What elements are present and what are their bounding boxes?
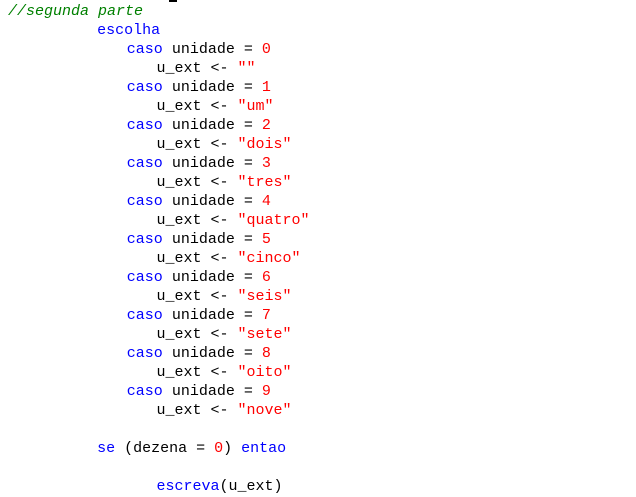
code-line[interactable]: u_ext <- "cinco"	[157, 249, 301, 268]
code-text: u_ext <-	[156, 60, 238, 77]
code-keyword: caso	[126, 117, 163, 134]
code-number: 8	[261, 345, 271, 362]
code-string: "sete"	[237, 326, 292, 343]
code-text: unidade =	[162, 269, 262, 286]
code-number: 5	[261, 231, 271, 248]
code-line[interactable]: caso unidade = 1	[127, 78, 271, 97]
code-text: unidade =	[162, 155, 262, 172]
code-text: unidade =	[162, 79, 262, 96]
code-line[interactable]: u_ext <- "quatro"	[157, 211, 310, 230]
code-text: u_ext <-	[156, 212, 238, 229]
code-line[interactable]: u_ext <- "tres"	[157, 173, 292, 192]
code-line[interactable]: caso unidade = 9	[127, 382, 271, 401]
code-text: u_ext <-	[156, 364, 238, 381]
code-string: "tres"	[237, 174, 292, 191]
code-string: "cinco"	[237, 250, 301, 267]
code-line[interactable]: caso unidade = 7	[127, 306, 271, 325]
code-text: u_ext <-	[156, 98, 238, 115]
code-keyword: caso	[126, 383, 163, 400]
code-number: 2	[261, 117, 271, 134]
code-text: )	[223, 440, 242, 457]
code-string: "dois"	[237, 136, 292, 153]
code-line[interactable]: se (dezena = 0) entao	[97, 439, 286, 458]
code-line[interactable]: caso unidade = 8	[127, 344, 271, 363]
code-keyword: se	[97, 440, 116, 457]
code-string: "um"	[237, 98, 274, 115]
code-line[interactable]: u_ext <- "oito"	[157, 363, 292, 382]
code-keyword: caso	[126, 231, 163, 248]
code-text: unidade =	[162, 193, 262, 210]
code-line[interactable]: u_ext <- "um"	[157, 97, 274, 116]
code-number: 6	[261, 269, 271, 286]
code-number: 0	[214, 440, 224, 457]
code-text: u_ext <-	[156, 288, 238, 305]
code-number: 7	[261, 307, 271, 324]
code-keyword: entao	[241, 440, 287, 457]
code-line[interactable]: //segunda parte	[8, 2, 143, 21]
code-string: "nove"	[237, 402, 292, 419]
code-text: u_ext <-	[156, 174, 238, 191]
code-number: 0	[261, 41, 271, 58]
code-line[interactable]: caso unidade = 2	[127, 116, 271, 135]
code-text: u_ext <-	[156, 136, 238, 153]
code-line[interactable]: escreva(u_ext)	[157, 477, 283, 496]
code-text: (dezena =	[115, 440, 215, 457]
code-comment: //segunda parte	[8, 3, 144, 20]
code-line[interactable]: u_ext <- "sete"	[157, 325, 292, 344]
code-keyword: caso	[126, 269, 163, 286]
code-text: u_ext <-	[156, 326, 238, 343]
code-number: 9	[261, 383, 271, 400]
code-line[interactable]: caso unidade = 6	[127, 268, 271, 287]
code-keyword: escolha	[97, 22, 161, 39]
code-keyword: escreva	[156, 478, 220, 495]
code-text: unidade =	[162, 345, 262, 362]
code-keyword: caso	[126, 79, 163, 96]
code-string: ""	[237, 60, 256, 77]
code-string: "oito"	[237, 364, 292, 381]
code-line[interactable]: escolha	[97, 21, 160, 40]
code-text: unidade =	[162, 383, 262, 400]
code-line[interactable]: u_ext <- "seis"	[157, 287, 292, 306]
code-keyword: caso	[126, 345, 163, 362]
code-keyword: caso	[126, 155, 163, 172]
code-line[interactable]: caso unidade = 0	[127, 40, 271, 59]
code-line[interactable]: u_ext <- "dois"	[157, 135, 292, 154]
code-number: 3	[261, 155, 271, 172]
code-text: u_ext <-	[156, 402, 238, 419]
code-text: u_ext <-	[156, 250, 238, 267]
code-keyword: caso	[126, 307, 163, 324]
code-line[interactable]: u_ext <- "nove"	[157, 401, 292, 420]
code-number: 1	[261, 79, 271, 96]
code-keyword: caso	[126, 193, 163, 210]
code-keyword: caso	[126, 41, 163, 58]
code-string: "quatro"	[237, 212, 310, 229]
code-text: unidade =	[162, 41, 262, 58]
code-number: 4	[261, 193, 271, 210]
code-line[interactable]: caso unidade = 4	[127, 192, 271, 211]
code-text: unidade =	[162, 307, 262, 324]
code-text: unidade =	[162, 231, 262, 248]
code-line[interactable]: u_ext <- ""	[157, 59, 256, 78]
code-text: (u_ext)	[219, 478, 283, 495]
code-text: unidade =	[162, 117, 262, 134]
code-editor[interactable]: //segunda parte escolha caso unidade = 0 u_…	[0, 0, 636, 497]
text-cursor	[169, 0, 177, 2]
code-line[interactable]: caso unidade = 5	[127, 230, 271, 249]
code-string: "seis"	[237, 288, 292, 305]
code-line[interactable]: caso unidade = 3	[127, 154, 271, 173]
